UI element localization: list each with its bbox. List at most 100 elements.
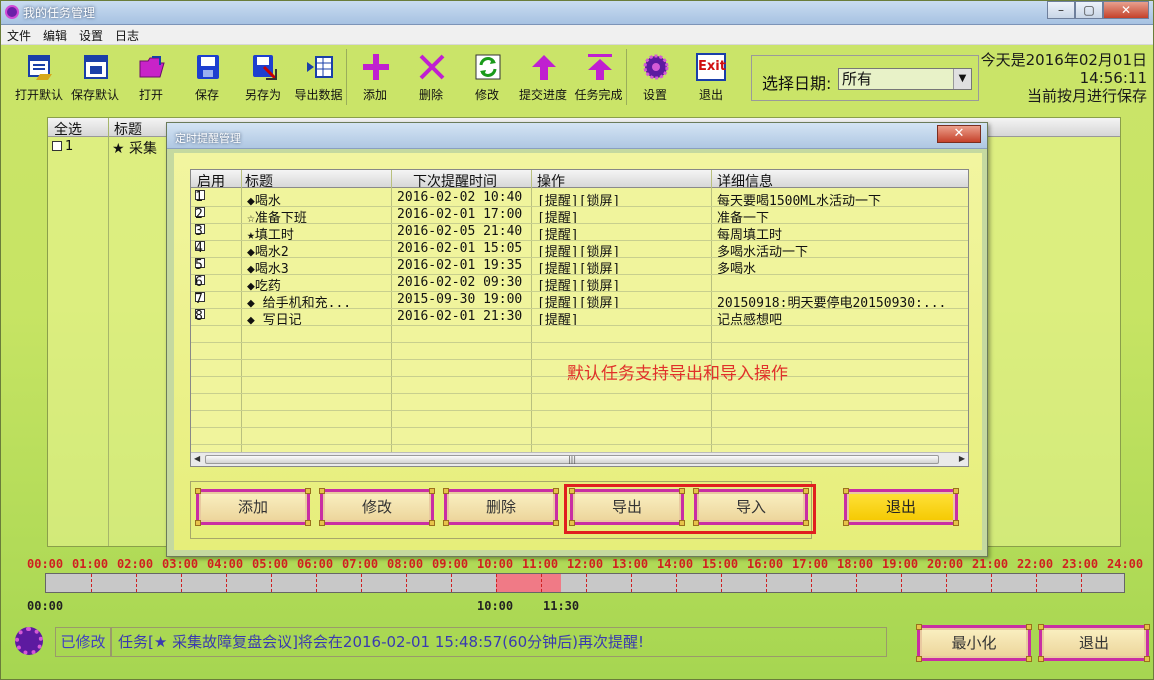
delete-label: 删除	[418, 88, 443, 102]
button-corner-ornament	[843, 488, 849, 494]
timeline-hour-label: 14:00	[657, 557, 694, 571]
reminder-row[interactable]: 6 ◆吃药 2016-02-02 09:30 [提醒][锁屏]	[191, 275, 968, 294]
date-filter-select[interactable]: 所有 ▼	[838, 68, 972, 90]
button-corner-ornament	[429, 520, 435, 526]
date-filter-group: 选择日期: 所有 ▼	[751, 55, 979, 101]
settings-button[interactable]: 设置	[627, 49, 683, 105]
chevron-down-icon[interactable]: ▼	[953, 69, 971, 89]
horizontal-scrollbar[interactable]: ◀ ||| ▶	[191, 452, 968, 466]
add-button[interactable]: 添加	[347, 49, 403, 105]
timeline-tick	[1081, 574, 1082, 592]
menu-log[interactable]: 日志	[109, 25, 145, 44]
edit-task-button[interactable]: 修改	[319, 488, 435, 526]
task-row-checkbox[interactable]: 1	[52, 139, 73, 154]
status-exit-button[interactable]: 退出	[1038, 624, 1150, 662]
x-icon	[419, 54, 445, 80]
minimize-button[interactable]: 最小化	[916, 624, 1032, 662]
double-arrow-up-icon	[588, 54, 612, 80]
delete-task-button[interactable]: 删除	[443, 488, 559, 526]
task-complete-button[interactable]: 任务完成	[571, 49, 627, 105]
export-button[interactable]: 导出	[569, 488, 685, 526]
dialog-close-button[interactable]: ✕	[937, 125, 981, 143]
col-next-time[interactable]: 下次提醒时间	[413, 171, 497, 191]
exit-icon: Exit	[696, 53, 726, 81]
col-action[interactable]: 操作	[537, 171, 565, 191]
col-enabled[interactable]: 启用	[197, 171, 225, 191]
open-button[interactable]: 打开	[123, 49, 179, 105]
button-corner-ornament	[1026, 624, 1032, 630]
import-button[interactable]: 导入	[693, 488, 809, 526]
exit-button[interactable]: Exit 退出	[683, 49, 739, 105]
menu-bar: 文件 编辑 设置 日志	[1, 25, 1153, 45]
col-detail[interactable]: 详细信息	[717, 171, 773, 191]
reminder-row[interactable]: 7 ◆ 给手机和充... 2015-09-30 19:00 [提醒][锁屏] 20150…	[191, 292, 968, 311]
export-data-button[interactable]: 导出数据	[291, 49, 347, 105]
button-corner-ornament	[843, 520, 849, 526]
save-default-button[interactable]: 保存默认	[67, 49, 123, 105]
button-corner-ornament	[195, 488, 201, 494]
timeline-hour-label: 20:00	[927, 557, 964, 571]
open-default-icon	[28, 55, 52, 80]
save-label: 保存	[194, 88, 219, 102]
timeline-bar[interactable]	[45, 573, 1125, 593]
date-filter-label: 选择日期:	[762, 74, 832, 93]
submit-progress-button[interactable]: 提交进度	[515, 49, 571, 105]
modify-button[interactable]: 修改	[459, 49, 515, 105]
export-data-icon	[307, 56, 333, 78]
open-default-button[interactable]: 打开默认	[11, 49, 67, 105]
row-time: 2016-02-01 19:35	[397, 258, 523, 273]
menu-edit[interactable]: 编辑	[37, 25, 73, 44]
dialog-exit-button[interactable]: 退出	[843, 488, 959, 526]
reminder-row[interactable]: 1 ◆喝水 2016-02-02 10:40 [提醒][锁屏] 每天要喝1500ML水活…	[191, 190, 968, 209]
timeline-tick	[406, 574, 407, 592]
maximize-window-button[interactable]: ▢	[1075, 1, 1103, 19]
button-corner-ornament	[693, 488, 699, 494]
date-filter-value: 所有	[842, 70, 873, 88]
timeline-tick	[856, 574, 857, 592]
menu-file[interactable]: 文件	[1, 25, 37, 44]
button-corner-ornament	[195, 520, 201, 526]
grid-header: 启用 标题 下次提醒时间 操作 详细信息	[191, 170, 968, 191]
button-corner-ornament	[319, 520, 325, 526]
reminder-row[interactable]: 4 ◆喝水2 2016-02-01 15:05 [提醒][锁屏] 多喝水活动一下	[191, 241, 968, 260]
timeline-hour-label: 16:00	[747, 557, 784, 571]
menu-settings[interactable]: 设置	[73, 25, 109, 44]
timeline-hour-label: 24:00	[1107, 557, 1144, 571]
delete-button[interactable]: 删除	[403, 49, 459, 105]
reminder-row[interactable]: 5 ◆喝水3 2016-02-01 19:35 [提醒][锁屏] 多喝水	[191, 258, 968, 277]
row-time: 2016-02-02 10:40	[397, 190, 523, 205]
submit-progress-label: 提交进度	[518, 88, 567, 102]
timeline-range[interactable]	[496, 574, 561, 592]
button-corner-ornament	[803, 520, 809, 526]
timeline-hour-label: 08:00	[387, 557, 424, 571]
row-num: 6	[195, 275, 203, 290]
row-time: 2016-02-05 21:40	[397, 224, 523, 239]
grid-line	[191, 410, 968, 411]
button-corner-ornament	[1038, 624, 1044, 630]
grid-line	[191, 393, 968, 394]
refresh-icon	[475, 54, 501, 80]
title-header[interactable]: 标题	[114, 119, 142, 139]
arrow-up-icon	[532, 55, 556, 80]
add-task-button[interactable]: 添加	[195, 488, 311, 526]
scroll-left-icon[interactable]: ◀	[194, 454, 200, 463]
reminder-row[interactable]: 3 ★填工时 2016-02-05 21:40 [提醒] 每周填工时	[191, 224, 968, 243]
reminder-row[interactable]: 2 ☆准备下班 2016-02-01 17:00 [提醒] 准备一下	[191, 207, 968, 226]
save-button[interactable]: 保存	[179, 49, 235, 105]
button-corner-ornament	[553, 520, 559, 526]
reminder-row[interactable]: 8 ◆ 写日记 2016-02-01 21:30 [提醒] 记点感想吧	[191, 309, 968, 328]
timeline-tick	[541, 574, 542, 592]
app-gear-icon	[5, 5, 19, 19]
select-all-header[interactable]: 全选	[54, 119, 82, 139]
timeline-hour-label: 09:00	[432, 557, 469, 571]
scroll-right-icon[interactable]: ▶	[959, 454, 965, 463]
save-as-button[interactable]: 另存为	[235, 49, 291, 105]
minimize-window-button[interactable]: –	[1047, 1, 1075, 19]
button-corner-ornament	[319, 488, 325, 494]
button-corner-ornament	[953, 488, 959, 494]
scroll-thumb[interactable]: |||	[205, 455, 939, 464]
row-time: 2016-02-01 15:05	[397, 241, 523, 256]
col-title[interactable]: 标题	[245, 171, 273, 191]
save-as-label: 另存为	[244, 88, 281, 102]
close-window-button[interactable]: ✕	[1103, 1, 1149, 19]
